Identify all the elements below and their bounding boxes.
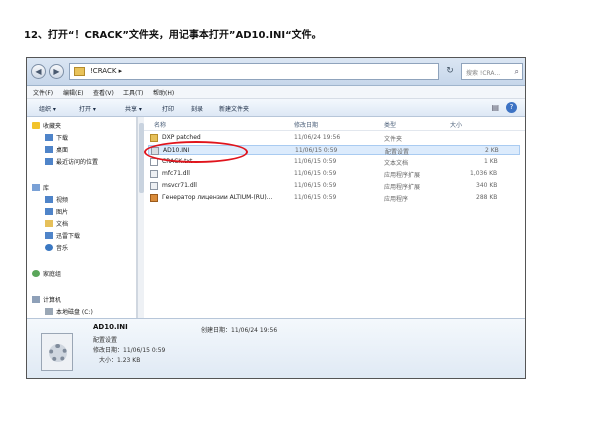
- folder-icon: [74, 67, 85, 76]
- details-filename: AD10.INI: [93, 323, 128, 331]
- document-icon: [45, 220, 53, 227]
- command-bar: 组织 ▾ 打开 ▾ 共享 ▾ 打印 刻录 新建文件夹 ▤ ?: [27, 99, 525, 117]
- highlight-ellipse: [144, 141, 248, 163]
- explorer-window: ◀ ▶ !CRACK ▸ ↻ 搜索 !CRA... ⌕ 文件(F) 编辑(E) …: [26, 57, 526, 379]
- header-divider: [144, 130, 525, 131]
- dll-file-icon: [150, 182, 158, 190]
- column-type[interactable]: 类型: [384, 120, 396, 129]
- search-placeholder: 搜索 !CRA...: [466, 70, 501, 77]
- column-size[interactable]: 大小: [450, 120, 462, 129]
- folder-icon: [150, 134, 158, 142]
- navigation-pane: 收藏夹 下载 桌面 最近访问的位置 库 视频 图片 文档 迅雷下载 音乐 家庭组…: [27, 117, 137, 318]
- computer-icon: [32, 296, 40, 303]
- table-row[interactable]: mfc71.dll 11/06/15 0:59 应用程序扩展 1,036 KB: [148, 169, 520, 179]
- thunder-download-icon: [45, 232, 53, 239]
- print-button[interactable]: 打印: [162, 104, 174, 113]
- table-row[interactable]: msvcr71.dll 11/06/15 0:59 应用程序扩展 340 KB: [148, 181, 520, 191]
- details-size: 大小：1.23 KB: [99, 357, 141, 364]
- table-row[interactable]: Генератор лицензии ALTIUM-(RU)... 11/06/…: [148, 193, 520, 203]
- library-icon: [32, 184, 40, 191]
- menu-file[interactable]: 文件(F): [33, 88, 53, 97]
- nav-videos[interactable]: 视频: [45, 195, 68, 204]
- column-date[interactable]: 修改日期: [294, 120, 318, 129]
- menu-help[interactable]: 帮助(H): [153, 88, 174, 97]
- title-bar: ◀ ▶ !CRACK ▸ ↻ 搜索 !CRA... ⌕: [27, 58, 525, 86]
- refresh-icon[interactable]: ↻: [443, 63, 457, 80]
- open-button[interactable]: 打开 ▾: [79, 104, 96, 113]
- back-button[interactable]: ◀: [31, 64, 46, 79]
- details-modified: 修改日期：11/06/15 0:59: [93, 347, 166, 354]
- nav-homegroup[interactable]: 家庭组: [32, 269, 61, 278]
- dll-file-icon: [150, 170, 158, 178]
- nav-music[interactable]: 音乐: [45, 243, 68, 252]
- help-icon[interactable]: ?: [506, 102, 517, 113]
- share-button[interactable]: 共享 ▾: [125, 104, 142, 113]
- page: 12、打开“！CRACK”文件夹，用记事本打开”AD10.INI“文件。 ◀ ▶…: [0, 0, 600, 424]
- download-icon: [45, 134, 53, 141]
- forward-button[interactable]: ▶: [49, 64, 64, 79]
- nav-pictures[interactable]: 图片: [45, 207, 68, 216]
- nav-desktop[interactable]: 桌面: [45, 145, 68, 154]
- gear-icon: [49, 344, 67, 362]
- instruction-text: 12、打开“！CRACK”文件夹，用记事本打开”AD10.INI“文件。: [24, 30, 322, 41]
- nav-scrollbar[interactable]: [137, 117, 144, 318]
- nav-downloads[interactable]: 下载: [45, 133, 68, 142]
- search-icon: ⌕: [514, 67, 519, 76]
- menu-bar: 文件(F) 编辑(E) 查看(V) 工具(T) 帮助(H): [27, 86, 525, 99]
- view-options-icon[interactable]: ▤: [491, 103, 499, 112]
- nav-computer[interactable]: 计算机: [32, 295, 61, 304]
- nav-library[interactable]: 库: [32, 183, 49, 192]
- homegroup-icon: [32, 270, 40, 277]
- address-segment[interactable]: !CRACK ▸: [90, 67, 122, 75]
- application-icon: [150, 194, 158, 202]
- config-file-icon: [41, 333, 73, 371]
- star-icon: [32, 122, 40, 129]
- nav-recent[interactable]: 最近访问的位置: [45, 157, 98, 166]
- search-input[interactable]: 搜索 !CRA... ⌕: [461, 63, 523, 80]
- burn-button[interactable]: 刻录: [191, 104, 203, 113]
- video-icon: [45, 196, 53, 203]
- picture-icon: [45, 208, 53, 215]
- nav-favorites[interactable]: 收藏夹: [32, 121, 61, 130]
- nav-documents[interactable]: 文档: [45, 219, 68, 228]
- details-pane: AD10.INI 配置设置 修改日期：11/06/15 0:59 大小：1.23…: [27, 318, 525, 378]
- menu-tools[interactable]: 工具(T): [123, 88, 143, 97]
- new-folder-button[interactable]: 新建文件夹: [219, 104, 249, 113]
- organize-button[interactable]: 组织 ▾: [39, 104, 56, 113]
- address-bar[interactable]: !CRACK ▸: [69, 63, 439, 80]
- menu-edit[interactable]: 编辑(E): [63, 88, 83, 97]
- music-icon: [45, 244, 53, 251]
- menu-view[interactable]: 查看(V): [93, 88, 114, 97]
- nav-local-disk-c[interactable]: 本地磁盘 (C:): [45, 307, 93, 316]
- disk-icon: [45, 308, 53, 315]
- column-name[interactable]: 名称: [154, 120, 166, 129]
- details-type: 配置设置: [93, 337, 118, 344]
- recent-places-icon: [45, 158, 53, 165]
- details-created: 创建日期：11/06/24 19:56: [201, 327, 278, 334]
- nav-xunlei[interactable]: 迅雷下载: [45, 231, 80, 240]
- desktop-icon: [45, 146, 53, 153]
